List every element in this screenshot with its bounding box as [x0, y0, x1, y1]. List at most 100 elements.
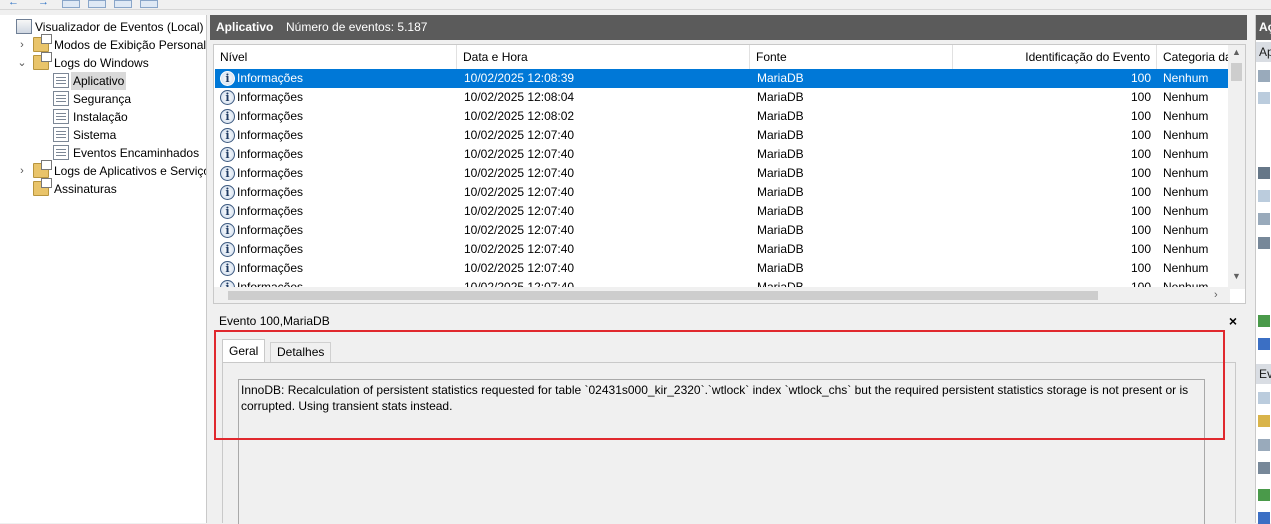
cell-level: Informações	[237, 147, 304, 161]
info-icon: i	[220, 261, 235, 276]
log-header: Aplicativo Número de eventos: 5.187	[210, 15, 1247, 40]
cell-task-category: Nenhum	[1163, 71, 1209, 85]
event-count: Número de eventos: 5.187	[286, 20, 428, 34]
refresh-icon[interactable]	[1258, 315, 1270, 327]
scroll-down-icon[interactable]: ▼	[1228, 271, 1245, 281]
navigation-tree: Visualizador de Eventos (Local) › Modos …	[0, 15, 207, 523]
save-icon[interactable]	[1258, 237, 1270, 249]
vertical-scrollbar[interactable]: ▲ ▼	[1228, 45, 1245, 289]
log-icon	[53, 91, 69, 106]
cell-source: MariaDB	[757, 242, 804, 256]
cell-datetime: 10/02/2025 12:07:40	[464, 261, 575, 275]
highlight-frame	[214, 330, 1225, 440]
forward-arrow-icon[interactable]: →	[38, 0, 52, 8]
attach-task-icon[interactable]	[1258, 415, 1270, 427]
column-header-level[interactable]: Nível	[214, 45, 457, 69]
log-icon	[53, 145, 69, 160]
create-view-icon[interactable]	[1258, 92, 1270, 104]
actions-header: Ações	[1256, 15, 1271, 40]
cell-level: Informações	[237, 261, 304, 275]
cell-source: MariaDB	[757, 261, 804, 275]
table-row[interactable]: iInformações 10/02/2025 12:07:40 MariaDB 10…	[215, 164, 1229, 183]
event-properties-icon[interactable]	[1258, 392, 1270, 404]
actions-subheader-event[interactable]: Evento 100	[1256, 364, 1271, 384]
close-icon[interactable]: ×	[1229, 311, 1237, 331]
back-arrow-icon[interactable]: ←	[8, 0, 22, 8]
scroll-thumb[interactable]	[1231, 63, 1242, 81]
folder-icon	[33, 52, 52, 70]
actions-pane: Ações Aplicativo Evento 100	[1255, 15, 1271, 524]
info-icon: i	[220, 109, 235, 124]
properties-icon[interactable]	[1258, 190, 1270, 202]
cell-source: MariaDB	[757, 166, 804, 180]
show-hide-tree-icon[interactable]	[88, 0, 106, 8]
cell-datetime: 10/02/2025 12:08:39	[464, 71, 575, 85]
expand-arrow-icon[interactable]: ›	[16, 36, 28, 54]
help-icon[interactable]	[114, 0, 132, 8]
properties-icon[interactable]	[140, 0, 158, 8]
collapse-arrow-icon[interactable]: ⌄	[16, 54, 28, 72]
cell-task-category: Nenhum	[1163, 242, 1209, 256]
table-row[interactable]: i Informações 10/02/2025 12:08:02 MariaDB 10…	[215, 107, 1229, 126]
table-row[interactable]: iInformações 10/02/2025 12:07:40 MariaDB 10…	[215, 259, 1229, 278]
cell-source: MariaDB	[757, 223, 804, 237]
cell-source: MariaDB	[757, 71, 804, 85]
cell-event-id: 100	[1130, 128, 1151, 142]
refresh-icon[interactable]	[1258, 489, 1270, 501]
info-icon: i	[220, 128, 235, 143]
table-row[interactable]: iInformações 10/02/2025 12:07:40 MariaDB 10…	[215, 240, 1229, 259]
find-icon[interactable]	[1258, 213, 1270, 225]
table-row[interactable]: iInformações 10/02/2025 12:07:40 MariaDB 10…	[215, 221, 1229, 240]
log-icon	[53, 73, 69, 88]
cell-level: Informações	[237, 223, 304, 237]
scroll-up-icon[interactable]: ▲	[1228, 47, 1245, 57]
cell-level: Informações	[237, 185, 304, 199]
cell-task-category: Nenhum	[1163, 185, 1209, 199]
scroll-thumb[interactable]	[228, 291, 1098, 300]
info-icon: i	[220, 242, 235, 257]
info-icon: i	[220, 147, 235, 162]
save-selected-icon[interactable]	[1258, 462, 1270, 474]
filter-icon[interactable]	[1258, 167, 1270, 179]
cell-datetime: 10/02/2025 12:07:40	[464, 242, 575, 256]
column-header-event-id[interactable]: Identificação do Evento	[953, 45, 1157, 69]
cell-level: Informações	[237, 71, 304, 85]
cell-datetime: 10/02/2025 12:07:40	[464, 223, 575, 237]
help-icon[interactable]	[1258, 512, 1270, 524]
cell-event-id: 100	[1130, 71, 1151, 85]
event-list[interactable]: Nível Data e Hora Fonte Identificação do…	[213, 44, 1246, 304]
info-icon: i	[220, 71, 235, 86]
cell-event-id: 100	[1130, 109, 1151, 123]
cell-source: MariaDB	[757, 109, 804, 123]
copy-icon[interactable]	[1258, 439, 1270, 451]
cell-datetime: 10/02/2025 12:07:40	[464, 185, 575, 199]
cell-datetime: 10/02/2025 12:07:40	[464, 147, 575, 161]
cell-level: Informações	[237, 128, 304, 142]
table-row[interactable]: iInformações 10/02/2025 12:07:40 MariaDB 10…	[215, 145, 1229, 164]
table-row[interactable]: iInformações 10/02/2025 12:07:40 MariaDB 10…	[215, 183, 1229, 202]
table-row[interactable]: i Informações 10/02/2025 12:08:39 MariaDB 10…	[215, 69, 1229, 88]
cell-task-category: Nenhum	[1163, 147, 1209, 161]
open-log-icon[interactable]	[1258, 70, 1270, 82]
cell-level: Informações	[237, 204, 304, 218]
cell-task-category: Nenhum	[1163, 128, 1209, 142]
cell-datetime: 10/02/2025 12:08:02	[464, 109, 575, 123]
table-row[interactable]: iInformações 10/02/2025 12:07:40 MariaDB 10…	[215, 202, 1229, 221]
cell-level: Informações	[237, 166, 304, 180]
cell-task-category: Nenhum	[1163, 109, 1209, 123]
column-header-datetime[interactable]: Data e Hora	[457, 45, 750, 69]
scroll-right-icon[interactable]: ›	[1214, 287, 1218, 303]
tree-item-label: Assinaturas	[54, 182, 117, 196]
table-row[interactable]: i Informações 10/02/2025 12:08:04 MariaDB 10…	[215, 88, 1229, 107]
table-row[interactable]: iInformações 10/02/2025 12:07:40 MariaDB 10…	[215, 126, 1229, 145]
expand-arrow-icon[interactable]: ›	[16, 162, 28, 180]
actions-subheader-log[interactable]: Aplicativo	[1256, 42, 1271, 62]
info-icon: i	[220, 223, 235, 238]
help-icon[interactable]	[1258, 338, 1270, 350]
up-folder-icon[interactable]	[62, 0, 80, 8]
log-icon	[53, 109, 69, 124]
cell-level: Informações	[237, 242, 304, 256]
horizontal-scrollbar[interactable]: ›	[214, 287, 1230, 303]
tree-item-label: Logs de Aplicativos e Serviços	[54, 164, 207, 178]
column-header-source[interactable]: Fonte	[750, 45, 953, 69]
